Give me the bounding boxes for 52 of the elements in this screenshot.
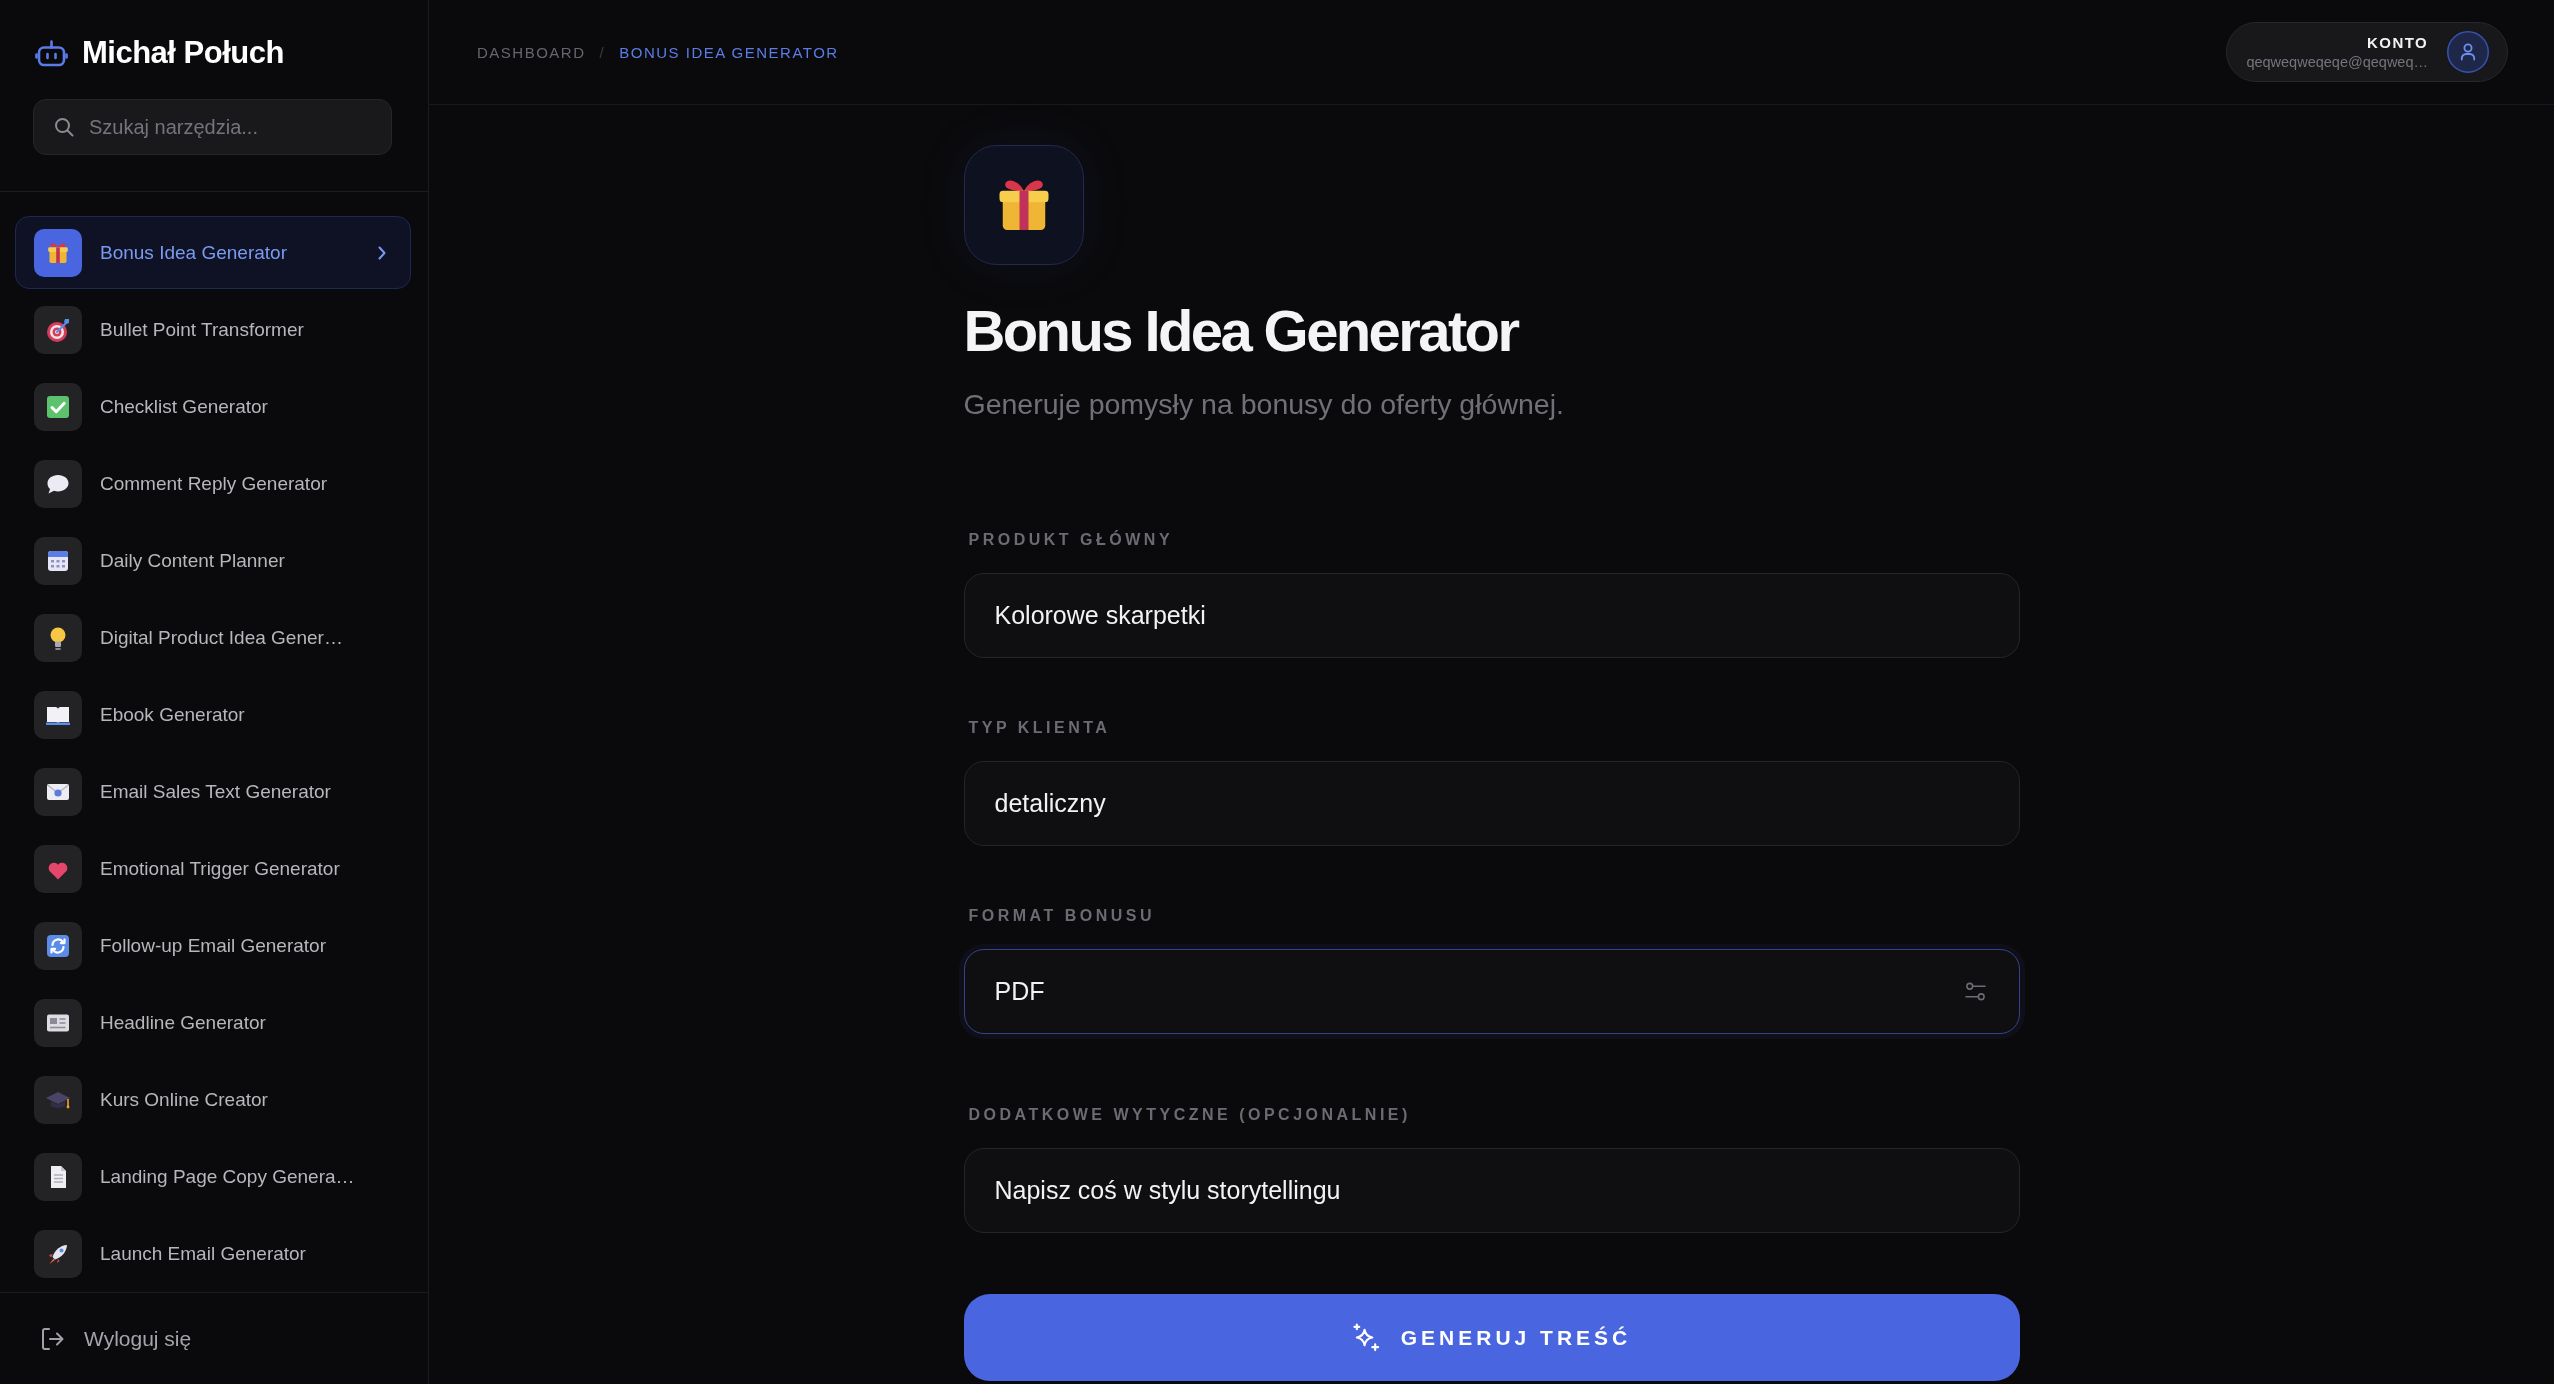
text-field[interactable]: Napisz coś w stylu storytellingu <box>963 1148 2020 1233</box>
gift-icon <box>34 228 82 277</box>
field-label: FORMAT BONUSU <box>968 906 1156 926</box>
user-icon <box>2447 31 2489 73</box>
graduation-cap-icon <box>34 1075 82 1124</box>
rocket-icon <box>34 1229 82 1278</box>
sidebar-item[interactable]: Bullet Point Transformer <box>15 293 411 366</box>
field-label: DODATKOWE WYTYCZNE (OPCJONALNIE) <box>968 1105 1411 1125</box>
target-icon <box>34 305 82 354</box>
sidebar-item[interactable]: Bonus Idea Generator <box>15 216 411 289</box>
select-field[interactable]: PDF <box>963 949 2020 1034</box>
logout-button[interactable]: Wyloguj się <box>40 1326 192 1351</box>
sidebar-item[interactable]: Digital Product Idea Gener… <box>15 601 411 674</box>
document-icon <box>34 1152 82 1201</box>
sidebar-item[interactable]: Email Sales Text Generator <box>15 755 411 828</box>
sidebar-item[interactable]: Ebook Generator <box>15 678 411 751</box>
breadcrumb-separator: / <box>599 43 606 61</box>
gift-icon <box>963 145 1084 265</box>
text-field[interactable]: detaliczny <box>963 761 2020 846</box>
page-description: Generuje pomysły na bonusy do oferty głównej. <box>963 387 1564 422</box>
lightbulb-icon <box>34 613 82 662</box>
sidebar-item[interactable]: Headline Generator <box>15 986 411 1059</box>
search-icon <box>54 117 74 137</box>
account-button[interactable]: KONTO qeqweqweqeqe@qeqweq… <box>2226 22 2508 82</box>
search-field[interactable]: Szukaj narzędzia... <box>33 99 392 155</box>
sidebar-item[interactable]: Checklist Generator <box>15 370 411 443</box>
calendar-icon <box>34 536 82 585</box>
breadcrumb-current: BONUS IDEA GENERATOR <box>619 43 839 61</box>
sidebar-item[interactable]: Comment Reply Generator <box>15 447 411 520</box>
newspaper-icon <box>34 998 82 1047</box>
page-title: Bonus Idea Generator <box>963 299 1518 363</box>
field-label: PRODUKT GŁÓWNY <box>968 530 1174 550</box>
sidebar-item[interactable]: Follow-up Email Generator <box>15 909 411 982</box>
chevron-right-icon <box>378 245 386 260</box>
sliders-icon <box>1964 981 1986 1002</box>
field-label: TYP KLIENTA <box>968 718 1111 738</box>
generate-button[interactable]: GENERUJ TREŚĆ <box>963 1294 2020 1381</box>
checkmark-icon <box>34 382 82 431</box>
sidebar-item[interactable]: Launch Email Generator <box>15 1217 411 1290</box>
sidebar-item[interactable]: Kurs Online Creator <box>15 1063 411 1136</box>
sparkles-icon <box>1351 1323 1381 1352</box>
app-title: Michał Połuch <box>82 35 284 71</box>
text-field[interactable]: Kolorowe skarpetki <box>963 573 2020 658</box>
sidebar-item[interactable]: Daily Content Planner <box>15 524 411 597</box>
refresh-icon <box>34 921 82 970</box>
sidebar-item[interactable]: Emotional Trigger Generator <box>15 832 411 905</box>
book-icon <box>34 690 82 739</box>
robot-icon <box>35 39 68 67</box>
sidebar-item[interactable]: Landing Page Copy Genera… <box>15 1140 411 1213</box>
speech-bubble-icon <box>34 459 82 508</box>
logout-icon <box>40 1326 64 1351</box>
envelope-icon <box>34 767 82 816</box>
